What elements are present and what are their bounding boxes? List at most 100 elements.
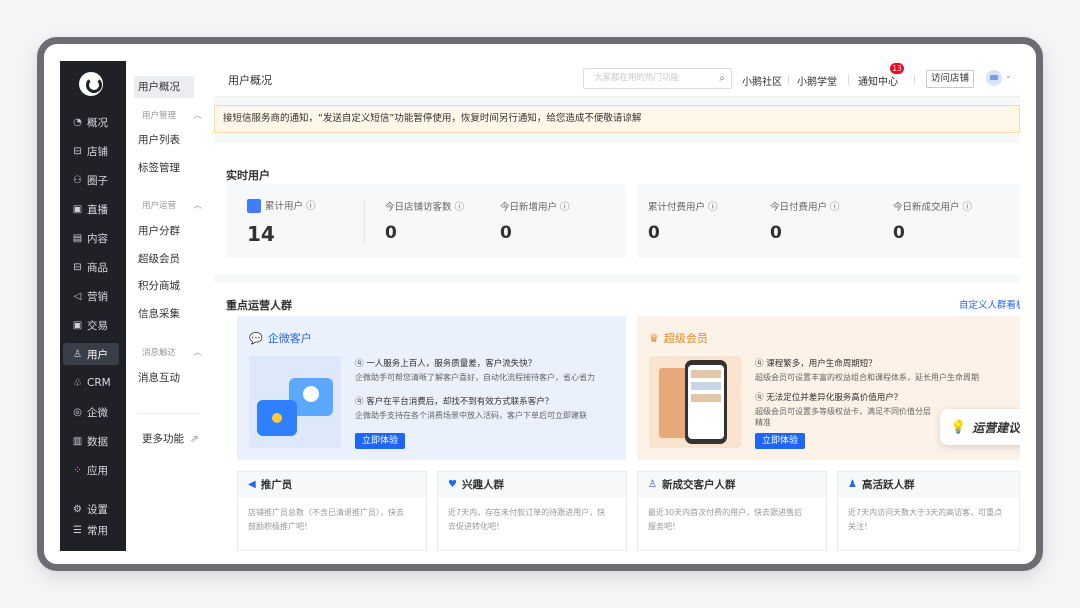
ops-suggestion-button[interactable]: 💡 运营建议 [940,409,1020,445]
stat-label: 今日店铺访客数 ⓘ [385,202,465,213]
nav-label: 交易 [87,319,108,332]
content-icon: ▤ [72,232,83,244]
wecom-card: 💬 企微客户 ⓠ 一人服务上百人，服务质量差，客户流失快？ 企微助手可帮您清晰了解… [237,316,626,460]
nav-item-user[interactable]: ♙ 用户 [63,343,119,365]
nav-item-content[interactable]: ▤ 内容 [63,227,119,249]
nav-item-settings[interactable]: ⚙ 设置 [63,498,119,520]
nav-item-apps[interactable]: ⁘ 应用 [63,459,119,481]
group-label: 消息触达 [142,348,177,358]
nav-item-trade[interactable]: ▣ 交易 [63,314,119,336]
sub-group-user-manage[interactable]: 用户管理 ︿ [142,109,202,121]
desc-line: 最近30天内首次付费的用户，快去跟进售后 [648,508,803,517]
user-card-icon [247,198,261,213]
notification-center-link[interactable]: 通知中心 [858,73,898,88]
nav-item-goods[interactable]: ⊟ 商品 [63,256,119,278]
notice-banner: 接短信服务商的通知，“发送自定义短信”功能暂停使用，恢复时间另行通知，给您造成不… [214,105,1020,133]
nav-label: 应用 [87,464,108,477]
divider [138,413,200,414]
chat-icon: 💬 [249,331,263,345]
avatar[interactable] [986,70,1002,86]
nav-label: 数据 [87,435,108,448]
new-customer-card[interactable]: ♙ 新成交客户人群 最近30天内首次付费的用户，快去跟进售后 服务吧！ [637,471,827,551]
stat-value: 0 [648,223,660,243]
app-logo[interactable] [79,72,103,96]
card-header: ♥ 兴趣人群 [438,472,626,498]
sub-item-user-list[interactable]: 用户列表 [138,132,180,147]
visit-store-button[interactable]: 访问店铺 [926,70,974,88]
sub-item-overview[interactable]: 用户概况 [134,76,194,98]
sub-item-super-member[interactable]: 超级会员 [138,251,180,266]
nav-label: 常用 [87,524,108,537]
card-title-text: 企微客户 [267,332,312,345]
nav-item-common[interactable]: ☰ 常用 [63,519,119,541]
try-now-button[interactable]: 立即体验 [755,433,806,449]
user-icon: ♙ [73,348,82,360]
nav-item-marketing[interactable]: ◁ 营销 [63,285,119,307]
stat-value: 0 [893,223,905,243]
search-placeholder: 大家都在用的热门功能 [594,73,680,83]
promoter-card[interactable]: ◀ 推广员 店铺推广员总数（不含已清退推广员），快去 鼓励积极推广吧！ [237,471,427,551]
chevron-down-icon[interactable]: ⌄ [1005,71,1012,80]
chevron-up-icon: ︿ [193,111,202,121]
nav-item-circle[interactable]: ⚇ 圈子 [63,169,119,191]
question-line: ⓠ 课程繁多，用户生命周期短？ [755,359,877,369]
desc-line: 关注！ [848,522,872,531]
divider [914,74,915,85]
question-text: 课程繁多，用户生命周期短？ [766,359,877,369]
community-link[interactable]: 小鹅社区 [742,73,782,88]
custom-groups-link[interactable]: 自定义人群看板 [959,297,1020,311]
stat-label: 今日新增用户 ⓘ [500,202,570,213]
stat-today-new-deal: 今日新成交用户 ⓘ 0 [893,199,972,243]
sub-group-user-ops[interactable]: 用户运营 ︿ [142,199,202,211]
nav-label: 直播 [87,203,108,216]
search-input[interactable]: 大家都在用的热门功能 ⌕ [583,68,732,89]
goods-icon: ⊟ [73,261,82,273]
card-title: 高活跃人群 [861,479,915,491]
divider [364,200,365,244]
nav-item-overview[interactable]: ◔ 概况 [63,111,119,133]
stat-today-paid: 今日付费用户 ⓘ 0 [770,199,840,243]
desc-line: 去促进转化吧！ [448,522,504,531]
section-title: 重点运营人群 [226,299,292,312]
stat-label: 累计付费用户 ⓘ [648,202,718,213]
desc-line: 近7天内，存在未付款订单的待跟进用户，快 [448,508,606,517]
sub-item-segments[interactable]: 用户分群 [138,223,180,238]
member-illustration [649,356,741,448]
academy-link[interactable]: 小鹅学堂 [797,73,837,88]
data-icon: ▥ [72,435,83,447]
sub-item-points-mall[interactable]: 积分商城 [138,278,180,293]
apps-icon: ⁘ [73,464,82,476]
menu-icon: ☰ [73,524,82,536]
circle-group-icon: ⚇ [73,174,82,186]
nav-item-store[interactable]: ⊟ 店铺 [63,140,119,162]
stat-store-visitors: 今日店铺访客数 ⓘ 0 [385,199,464,243]
try-now-button[interactable]: 立即体验 [355,433,406,449]
crm-icon: ♧ [73,377,82,389]
more-functions-link[interactable]: 更多功能 ⇗ [142,431,199,446]
question-text: 一人服务上百人，服务质量差，客户流失快？ [366,359,537,369]
nav-label: 圈子 [87,174,108,187]
section-title: 实时用户 [226,169,270,182]
sub-item-message[interactable]: 消息互动 [138,370,180,385]
stat-value: 0 [770,223,782,243]
question-line: ⓠ 无法定位并差异化服务高价值用户？ [755,393,903,403]
answer-line: 超级会员可设置丰富的权益组合和课程体系，延长用户生命周期 [755,373,979,382]
nav-item-crm[interactable]: ♧ CRM [63,372,119,394]
sub-group-message[interactable]: 消息触达 ︿ [142,346,202,358]
more-label: 更多功能 [142,433,184,445]
nav-label: 用户 [87,348,108,361]
nav-item-data[interactable]: ▥ 数据 [63,430,119,452]
sub-item-tag-manage[interactable]: 标签管理 [138,160,180,175]
ops-suggestion-label: 运营建议 [972,420,1020,435]
lightbulb-icon: 💡 [950,419,967,435]
question-text: 无法定位并差异化服务高价值用户？ [766,393,903,403]
card-desc: 最近30天内首次付费的用户，快去跟进售后 服务吧！ [638,498,826,542]
sub-item-info-collect[interactable]: 信息采集 [138,306,180,321]
interest-group-card[interactable]: ♥ 兴趣人群 近7天内，存在未付款订单的待跟进用户，快 去促进转化吧！ [437,471,627,551]
answer-line: 超级会员可设置多等级权益卡，满足不同价值分层 [755,407,931,416]
nav-item-wecom[interactable]: ◎ 企微 [63,401,119,423]
nav-label: 设置 [87,503,108,516]
interest-icon: ♥ [448,479,457,490]
high-activity-card[interactable]: ♟ 高活跃人群 近7天内访问天数大于3天的高访客，可重点 关注！ [837,471,1020,551]
nav-item-live[interactable]: ▣ 直播 [63,198,119,220]
